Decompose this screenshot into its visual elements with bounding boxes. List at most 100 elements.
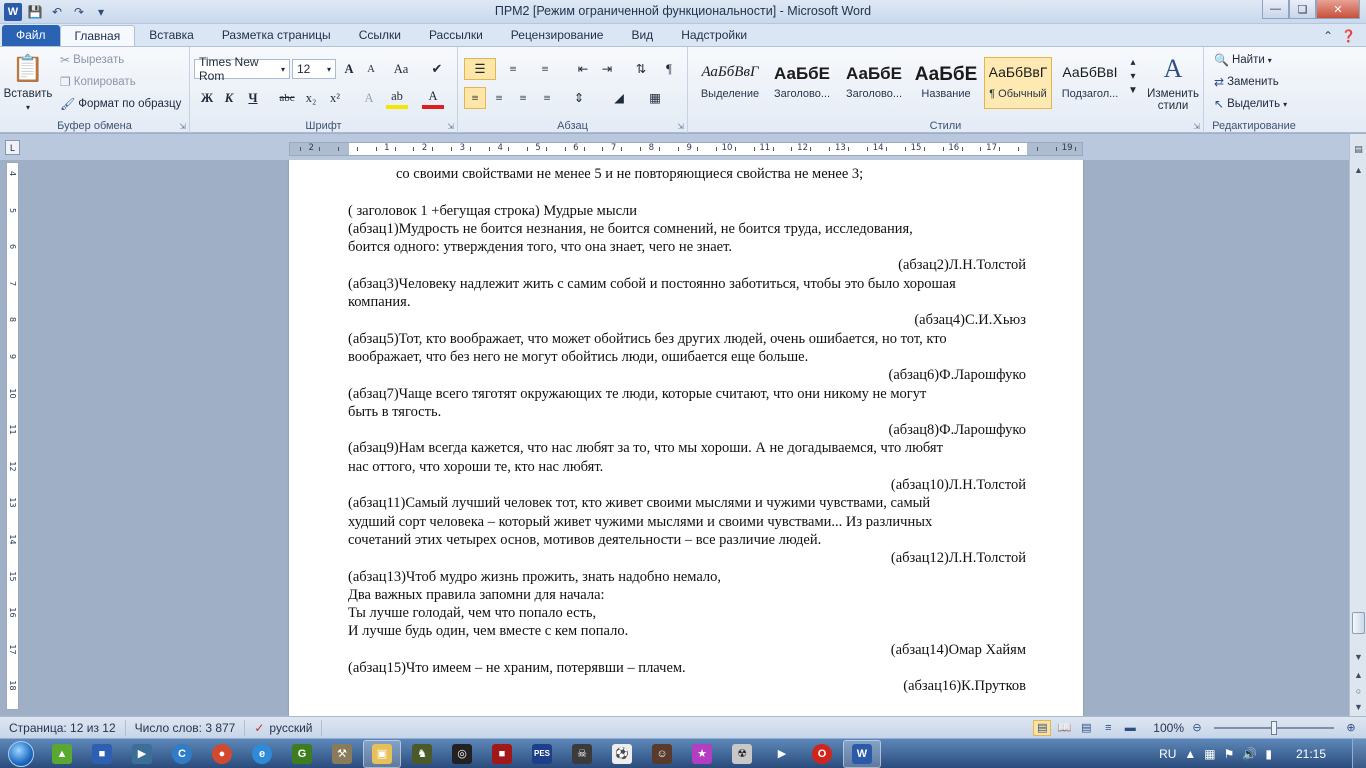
paste-button[interactable]: 📋 Вставить ▾ <box>4 51 53 113</box>
redo-icon[interactable]: ↷ <box>70 3 88 21</box>
taskbar-app[interactable]: ☢ <box>723 740 761 768</box>
word-count[interactable]: Число слов: 3 877 <box>126 719 246 736</box>
taskbar-app[interactable]: ☺ <box>643 740 681 768</box>
find-button[interactable]: 🔍 Найти ▾ <box>1214 53 1272 67</box>
justify-icon[interactable]: ≡ <box>536 87 558 109</box>
select-browse-object-icon[interactable]: ○ <box>1351 683 1366 698</box>
vertical-ruler[interactable]: 4 5 6 7 8 9 10 11 12 13 14 15 16 17 18 <box>6 162 19 710</box>
network-icon[interactable]: ▦ <box>1204 747 1215 761</box>
zoom-level[interactable]: 100% <box>1153 721 1184 735</box>
maximize-button[interactable]: ❏ <box>1289 0 1316 19</box>
style-subtitle[interactable]: АаБбВвІ Подзагол... <box>1056 57 1124 109</box>
tab-references[interactable]: Ссылки <box>345 25 415 46</box>
print-layout-view-icon[interactable]: ▤ <box>1033 719 1052 736</box>
show-desktop-button[interactable] <box>1352 738 1366 768</box>
taskbar-explorer[interactable]: ▣ <box>363 739 401 768</box>
customize-qat-icon[interactable]: ▾ <box>92 3 110 21</box>
outline-view-icon[interactable]: ≡ <box>1099 720 1117 736</box>
keyboard-language[interactable]: RU <box>1159 747 1176 761</box>
format-painter-button[interactable]: 🖌 Формат по образцу <box>60 97 181 111</box>
borders-icon[interactable]: ▦ <box>644 87 666 109</box>
taskbar-app[interactable]: ▲ <box>43 740 81 768</box>
taskbar-word[interactable]: W <box>843 739 881 768</box>
styles-scroll[interactable]: ▴ ▾ ▼ <box>1128 57 1138 96</box>
show-hidden-icons[interactable]: ▲ <box>1184 747 1196 761</box>
scroll-down-icon[interactable]: ▾ <box>1130 71 1135 82</box>
save-icon[interactable]: 💾 <box>26 3 44 21</box>
align-left-icon[interactable]: ≡ <box>464 87 486 109</box>
draft-view-icon[interactable]: ▬ <box>1121 720 1139 736</box>
clock[interactable]: 21:15 <box>1280 747 1342 761</box>
change-case-button[interactable]: Aa <box>390 58 412 80</box>
replace-button[interactable]: ⇄ Заменить <box>1214 75 1279 89</box>
volume-icon[interactable]: 🔊 <box>1242 747 1257 761</box>
tab-view[interactable]: Вид <box>617 25 667 46</box>
flag-icon[interactable]: ⚑ <box>1224 747 1235 761</box>
scroll-down-arrow-icon[interactable]: ▼ <box>1351 649 1366 664</box>
taskbar-app[interactable]: ♞ <box>403 740 441 768</box>
minimize-ribbon-icon[interactable]: ⌃ <box>1323 29 1333 43</box>
style-normal[interactable]: АаБбВвГ ¶ Обычный <box>984 57 1052 109</box>
font-size-combo[interactable]: 12 ▾ <box>292 59 336 79</box>
next-page-icon[interactable]: ▼ <box>1351 699 1366 714</box>
tab-insert[interactable]: Вставка <box>135 25 208 46</box>
horizontal-ruler[interactable]: 2 1 2 3 4 5 6 7 8 9 10 11 12 13 14 15 16 17 19 <box>289 142 1083 156</box>
taskbar-app[interactable]: PES <box>523 740 561 768</box>
bold-button[interactable]: Ж <box>196 87 218 109</box>
shrink-font-button[interactable]: A <box>360 58 382 80</box>
power-icon[interactable]: ▮ <box>1265 747 1272 761</box>
grow-font-button[interactable]: A <box>338 58 360 80</box>
styles-launcher-icon[interactable]: ⇲ <box>1193 122 1200 131</box>
zoom-slider[interactable] <box>1214 720 1334 735</box>
help-icon[interactable]: ❓ <box>1341 29 1356 43</box>
clipboard-launcher-icon[interactable]: ⇲ <box>179 122 186 131</box>
paragraph-launcher-icon[interactable]: ⇲ <box>677 122 684 131</box>
strikethrough-button[interactable]: abc <box>276 87 298 109</box>
line-spacing-icon[interactable]: ⇕ <box>568 87 590 109</box>
change-styles-button[interactable]: A Изменить стили <box>1144 53 1202 113</box>
close-button[interactable]: ✕ <box>1316 0 1360 19</box>
taskbar-app[interactable]: e <box>243 740 281 768</box>
taskbar-app[interactable]: ▶ <box>123 740 161 768</box>
highlight-button[interactable]: ab <box>386 87 408 109</box>
taskbar-app[interactable]: O <box>803 740 841 768</box>
underline-button[interactable]: Ч <box>242 87 264 109</box>
style-heading2[interactable]: АаБбЕ Заголово... <box>840 57 908 109</box>
tab-selector-icon[interactable]: L <box>5 140 20 155</box>
tab-file[interactable]: Файл <box>2 25 60 46</box>
select-button[interactable]: ↖ Выделить ▾ <box>1214 97 1287 111</box>
shading-icon[interactable]: ◢ <box>608 87 630 109</box>
sort-icon[interactable]: ⇅ <box>630 58 652 80</box>
language-indicator[interactable]: ✓ русский <box>245 719 323 736</box>
page-count[interactable]: Страница: 12 из 12 <box>0 719 126 736</box>
multilevel-list-icon[interactable]: ≡ <box>534 58 556 80</box>
copy-button[interactable]: ❐ Копировать <box>60 75 136 89</box>
previous-page-icon[interactable]: ▲ <box>1351 667 1366 682</box>
cut-button[interactable]: ✂ Вырезать <box>60 53 124 67</box>
full-screen-reading-icon[interactable]: 📖 <box>1055 720 1073 736</box>
font-name-combo[interactable]: Times New Rom ▾ <box>194 55 290 83</box>
tab-mailings[interactable]: Рассылки <box>415 25 497 46</box>
style-heading1[interactable]: АаБбЕ Заголово... <box>768 57 836 109</box>
decrease-indent-icon[interactable]: ⇤ <box>572 58 594 80</box>
taskbar-app[interactable]: ▶ <box>763 740 801 768</box>
text-effects-icon[interactable]: A <box>358 87 380 109</box>
show-marks-button[interactable]: ¶ <box>658 58 680 80</box>
increase-indent-icon[interactable]: ⇥ <box>596 58 618 80</box>
tab-home[interactable]: Главная <box>59 25 136 46</box>
align-right-icon[interactable]: ≡ <box>512 87 534 109</box>
clear-formatting-icon[interactable]: ✔ <box>426 58 448 80</box>
bullets-button[interactable]: ☰ <box>464 58 496 80</box>
scroll-up-icon[interactable]: ▴ <box>1130 57 1135 68</box>
taskbar-app[interactable]: G <box>283 740 321 768</box>
taskbar-app[interactable]: ■ <box>483 740 521 768</box>
minimize-button[interactable]: — <box>1262 0 1289 19</box>
font-launcher-icon[interactable]: ⇲ <box>447 122 454 131</box>
vertical-scrollbar[interactable]: ▤ ▲ ▼ ▲ ○ ▼ <box>1349 134 1366 716</box>
start-button[interactable] <box>0 739 42 768</box>
align-center-icon[interactable]: ≡ <box>488 87 510 109</box>
taskbar-app[interactable]: ☠ <box>563 740 601 768</box>
taskbar-app[interactable]: ● <box>203 740 241 768</box>
tab-review[interactable]: Рецензирование <box>497 25 618 46</box>
zoom-out-icon[interactable]: ⊖ <box>1188 720 1206 736</box>
